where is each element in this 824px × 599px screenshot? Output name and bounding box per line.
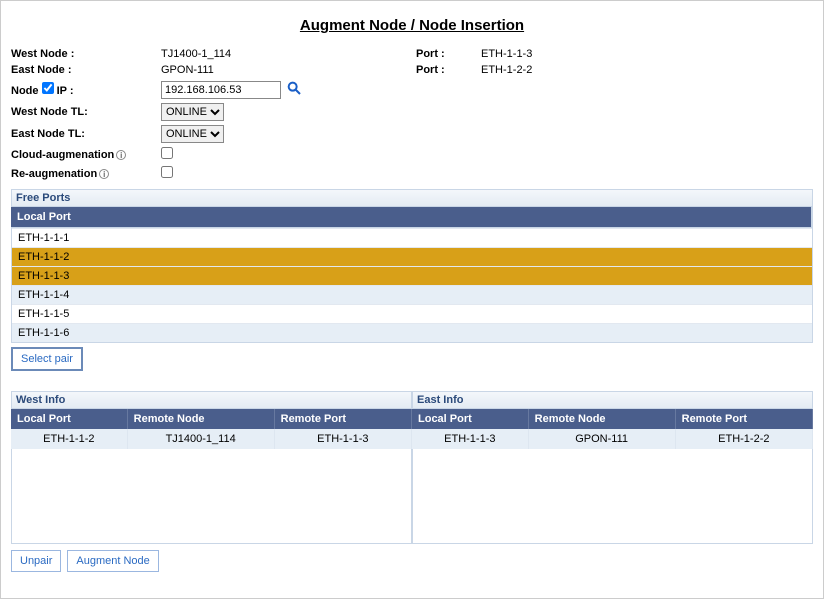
label-west-port: Port : bbox=[416, 48, 481, 60]
east-info-body bbox=[412, 449, 813, 544]
local-port-column-header: Local Port bbox=[11, 207, 813, 227]
port-row[interactable]: ETH-1-1-3 bbox=[12, 266, 812, 285]
port-row[interactable]: ETH-1-1-6 bbox=[12, 323, 812, 342]
west-info-table: Local Port Remote Node Remote Port ETH-1… bbox=[11, 409, 412, 449]
label-east-port: Port : bbox=[416, 64, 481, 76]
west-info-header: West Info bbox=[11, 391, 412, 409]
col-local-port: Local Port bbox=[11, 409, 127, 429]
west-info-panel: West Info Local Port Remote Node Remote … bbox=[11, 391, 412, 544]
value-east-port: ETH-1-2-2 bbox=[481, 64, 813, 76]
table-row[interactable]: ETH-1-1-3 GPON-111 ETH-1-2-2 bbox=[412, 429, 813, 449]
free-ports-list: ETH-1-1-1 ETH-1-1-2 ETH-1-1-3 ETH-1-1-4 … bbox=[11, 227, 813, 343]
label-node-ip: Node IP : bbox=[11, 82, 161, 97]
east-info-panel: East Info Local Port Remote Node Remote … bbox=[412, 391, 813, 544]
page-title: Augment Node / Node Insertion bbox=[11, 17, 813, 34]
augment-node-button[interactable]: Augment Node bbox=[67, 550, 158, 572]
col-remote-node: Remote Node bbox=[127, 409, 274, 429]
info-icon[interactable]: i bbox=[99, 169, 109, 179]
label-ip-suffix: IP : bbox=[57, 85, 74, 97]
label-west-node: West Node : bbox=[11, 48, 161, 60]
label-east-node: East Node : bbox=[11, 64, 161, 76]
free-ports-header: Free Ports bbox=[11, 189, 813, 207]
label-west-tl: West Node TL: bbox=[11, 106, 161, 118]
table-row[interactable]: ETH-1-1-2 TJ1400-1_114 ETH-1-1-3 bbox=[11, 429, 412, 449]
port-row[interactable]: ETH-1-1-5 bbox=[12, 304, 812, 323]
search-icon[interactable] bbox=[286, 80, 302, 96]
col-local-port: Local Port bbox=[412, 409, 528, 429]
east-info-table: Local Port Remote Node Remote Port ETH-1… bbox=[412, 409, 813, 449]
main-panel: Augment Node / Node Insertion West Node … bbox=[0, 0, 824, 599]
label-cloud-aug: Cloud-augmenationi bbox=[11, 149, 161, 161]
port-row[interactable]: ETH-1-1-1 bbox=[12, 228, 812, 247]
port-row[interactable]: ETH-1-1-2 bbox=[12, 247, 812, 266]
label-re-aug: Re-augmenationi bbox=[11, 168, 161, 180]
west-info-body bbox=[11, 449, 412, 544]
value-west-port: ETH-1-1-3 bbox=[481, 48, 813, 60]
label-east-tl: East Node TL: bbox=[11, 128, 161, 140]
unpair-button[interactable]: Unpair bbox=[11, 550, 61, 572]
col-remote-node: Remote Node bbox=[528, 409, 675, 429]
node-ip-checkbox[interactable] bbox=[42, 82, 54, 94]
label-node: Node bbox=[11, 85, 39, 97]
value-west-node: TJ1400-1_114 bbox=[161, 48, 286, 60]
cloud-aug-checkbox[interactable] bbox=[161, 147, 173, 159]
info-icon[interactable]: i bbox=[116, 150, 126, 160]
east-info-header: East Info bbox=[412, 391, 813, 409]
port-row[interactable]: ETH-1-1-4 bbox=[12, 285, 812, 304]
east-tl-select[interactable]: ONLINE bbox=[161, 125, 224, 143]
west-tl-select[interactable]: ONLINE bbox=[161, 103, 224, 121]
form-grid: West Node : TJ1400-1_114 Port : ETH-1-1-… bbox=[11, 48, 813, 181]
value-east-node: GPON-111 bbox=[161, 64, 286, 76]
col-remote-port: Remote Port bbox=[274, 409, 411, 429]
ip-input[interactable] bbox=[161, 81, 281, 99]
re-aug-checkbox[interactable] bbox=[161, 166, 173, 178]
select-pair-button[interactable]: Select pair bbox=[11, 347, 83, 371]
col-remote-port: Remote Port bbox=[675, 409, 812, 429]
